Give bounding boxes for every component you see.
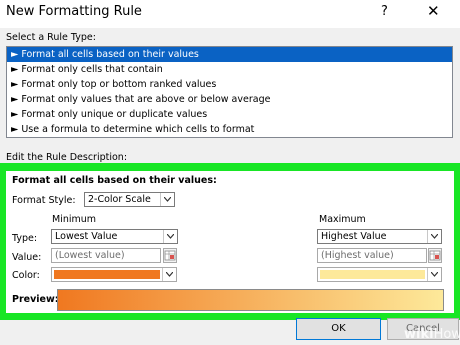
- preview-label: Preview:: [12, 294, 59, 305]
- minimum-header: Minimum: [52, 214, 97, 225]
- chevron-down-icon: [163, 230, 177, 243]
- wikihow-watermark: wikiHow: [404, 327, 460, 342]
- chevron-down-icon: [427, 230, 441, 243]
- watermark-light: How: [433, 327, 460, 342]
- range-picker-icon: [429, 250, 441, 261]
- rule-item-above-below-average[interactable]: ► Format only values that are above or b…: [7, 92, 452, 107]
- close-button[interactable]: ✕: [427, 2, 440, 20]
- maximum-type-dropdown[interactable]: Highest Value: [317, 229, 442, 244]
- minimum-value-input[interactable]: (Lowest value): [51, 248, 161, 263]
- maximum-color-swatch: [320, 270, 425, 279]
- maximum-type-value: Highest Value: [321, 231, 387, 242]
- minimum-color-swatch: [54, 270, 160, 279]
- chevron-down-icon: [162, 268, 176, 281]
- rule-type-label: Select a Rule Type:: [6, 32, 96, 43]
- minimum-type-value: Lowest Value: [55, 231, 118, 242]
- maximum-value-input[interactable]: (Highest value): [317, 248, 427, 263]
- minimum-range-picker[interactable]: [163, 248, 177, 263]
- chevron-down-icon: [427, 268, 441, 281]
- ok-button[interactable]: OK: [296, 318, 381, 340]
- rule-item-formula[interactable]: ► Use a formula to determine which cells…: [7, 122, 452, 137]
- rule-item-cells-contain[interactable]: ► Format only cells that contain: [7, 62, 452, 77]
- format-style-label: Format Style:: [12, 195, 76, 206]
- format-style-dropdown[interactable]: 2-Color Scale: [84, 192, 175, 207]
- description-heading: Format all cells based on their values:: [12, 175, 217, 186]
- minimum-type-dropdown[interactable]: Lowest Value: [51, 229, 178, 244]
- value-label: Value:: [12, 252, 42, 263]
- preview-gradient: [57, 289, 444, 311]
- format-style-value: 2-Color Scale: [88, 194, 151, 205]
- dialog-title: New Formatting Rule: [6, 4, 142, 19]
- watermark-bold: wiki: [404, 327, 434, 342]
- minimum-color-picker[interactable]: [51, 267, 177, 282]
- title-bar: New Formatting Rule ? ✕: [0, 0, 460, 28]
- maximum-value-placeholder: (Highest value): [321, 250, 394, 261]
- rule-item-format-all[interactable]: ► Format all cells based on their values: [7, 47, 452, 62]
- rule-item-unique-duplicate[interactable]: ► Format only unique or duplicate values: [7, 107, 452, 122]
- maximum-range-picker[interactable]: [428, 248, 442, 263]
- range-picker-icon: [164, 250, 176, 261]
- color-label: Color:: [12, 270, 40, 281]
- maximum-header: Maximum: [319, 214, 366, 225]
- maximum-color-picker[interactable]: [317, 267, 442, 282]
- help-button[interactable]: ?: [381, 4, 388, 19]
- rule-item-top-bottom[interactable]: ► Format only top or bottom ranked value…: [7, 77, 452, 92]
- chevron-down-icon: [160, 193, 174, 206]
- rule-type-list[interactable]: ► Format all cells based on their values…: [6, 46, 453, 138]
- rule-description-label: Edit the Rule Description:: [6, 152, 128, 163]
- minimum-value-placeholder: (Lowest value): [55, 250, 125, 261]
- type-label: Type:: [12, 233, 38, 244]
